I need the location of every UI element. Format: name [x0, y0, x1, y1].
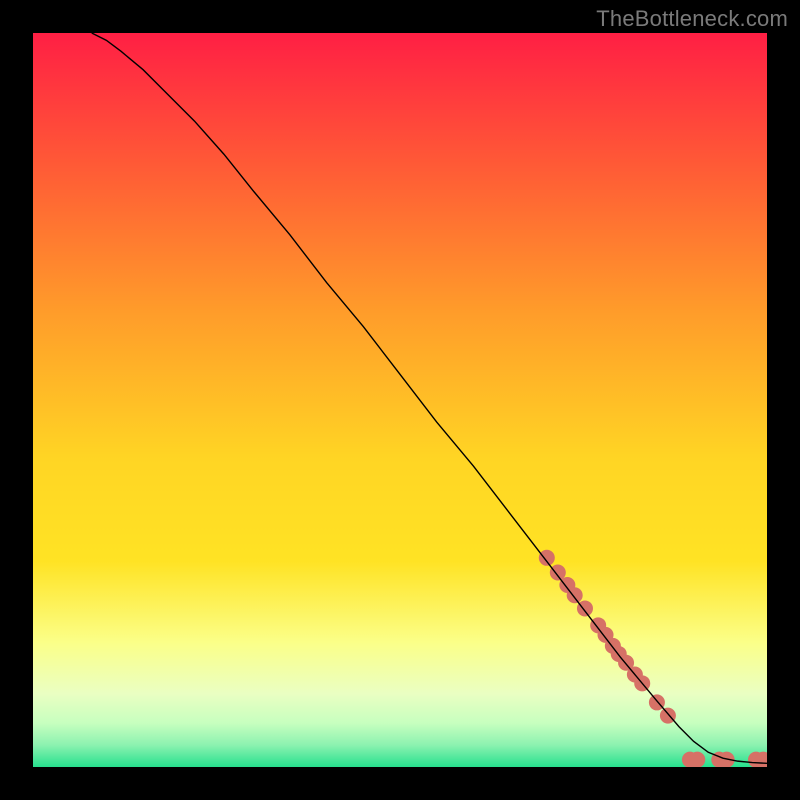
gradient-background — [33, 33, 767, 767]
plot-area — [33, 33, 767, 767]
chart-frame: TheBottleneck.com — [0, 0, 800, 800]
scatter-point — [689, 752, 705, 767]
plot-svg — [33, 33, 767, 767]
watermark-text: TheBottleneck.com — [596, 6, 788, 32]
scatter-point — [539, 550, 555, 566]
